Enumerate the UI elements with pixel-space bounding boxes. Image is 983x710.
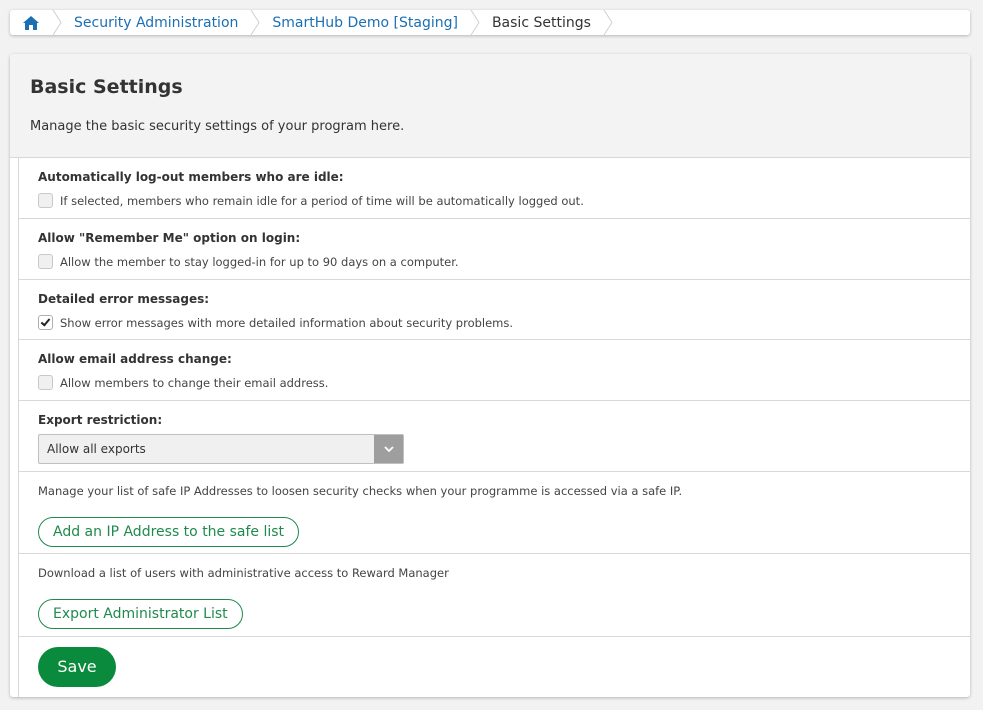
page-title: Basic Settings: [30, 76, 183, 98]
home-icon: [23, 15, 39, 30]
admin-export-description: Download a list of users with administra…: [38, 566, 449, 580]
breadcrumb-item-label: Basic Settings: [491, 14, 591, 31]
setting-title: Export restriction:: [38, 413, 163, 427]
breadcrumb-separator: [470, 10, 480, 35]
idle-logout-checkbox-line[interactable]: If selected, members who remain idle for…: [38, 193, 950, 208]
basic-settings-panel: Basic Settings Manage the basic security…: [10, 54, 970, 697]
setting-title: Allow email address change:: [38, 352, 232, 366]
setting-title: Automatically log-out members who are id…: [38, 170, 344, 184]
export-restriction-select[interactable]: Allow all exports: [38, 434, 404, 464]
setting-export-restriction: Export restriction: Allow all exports: [19, 401, 970, 472]
checkbox-label: Allow members to change their email addr…: [60, 375, 329, 390]
breadcrumb-item-smarthub-demo[interactable]: SmartHub Demo [Staging]: [260, 10, 470, 35]
save-row: Save: [19, 637, 970, 697]
section-admin-export: Download a list of users with administra…: [19, 554, 970, 637]
idle-logout-checkbox[interactable]: [38, 193, 53, 208]
breadcrumb-separator: [603, 10, 613, 35]
detailed-errors-checkbox[interactable]: [38, 315, 53, 330]
save-button[interactable]: Save: [38, 647, 116, 687]
breadcrumb-item-label: Security Administration: [74, 14, 239, 31]
panel-header: Basic Settings Manage the basic security…: [10, 54, 970, 158]
section-safe-ip: Manage your list of safe IP Addresses to…: [19, 472, 970, 554]
breadcrumb-item-label: SmartHub Demo [Staging]: [272, 14, 458, 31]
setting-email-change: Allow email address change: Allow member…: [19, 340, 970, 401]
chevron-down-icon: [383, 445, 394, 452]
setting-detailed-errors: Detailed error messages: Show error mess…: [19, 280, 970, 340]
checkbox-label: Allow the member to stay logged-in for u…: [60, 254, 459, 269]
checkbox-label: If selected, members who remain idle for…: [60, 193, 584, 208]
export-admin-list-button[interactable]: Export Administrator List: [38, 599, 243, 629]
checkmark-icon: [40, 316, 51, 327]
breadcrumb-item-security-administration[interactable]: Security Administration: [62, 10, 250, 35]
checkbox-label: Show error messages with more detailed i…: [60, 315, 514, 330]
setting-title: Detailed error messages:: [38, 292, 210, 306]
setting-title: Allow "Remember Me" option on login:: [38, 231, 301, 245]
breadcrumb: Security Administration SmartHub Demo [S…: [10, 10, 970, 35]
page-description: Manage the basic security settings of yo…: [30, 119, 405, 134]
safe-ip-description: Manage your list of safe IP Addresses to…: [38, 484, 683, 498]
breadcrumb-item-basic-settings: Basic Settings: [480, 10, 603, 35]
settings-list: Automatically log-out members who are id…: [18, 158, 970, 697]
breadcrumb-separator: [250, 10, 260, 35]
setting-idle-logout: Automatically log-out members who are id…: [19, 158, 970, 219]
select-value: Allow all exports: [47, 442, 146, 456]
email-change-checkbox[interactable]: [38, 375, 53, 390]
remember-me-checkbox-line[interactable]: Allow the member to stay logged-in for u…: [38, 254, 950, 269]
breadcrumb-home[interactable]: [10, 10, 52, 35]
email-change-checkbox-line[interactable]: Allow members to change their email addr…: [38, 375, 950, 390]
select-toggle[interactable]: [374, 435, 403, 463]
setting-remember-me: Allow "Remember Me" option on login: All…: [19, 219, 970, 280]
add-safe-ip-button[interactable]: Add an IP Address to the safe list: [38, 517, 300, 547]
breadcrumb-separator: [52, 10, 62, 35]
remember-me-checkbox[interactable]: [38, 254, 53, 269]
detailed-errors-checkbox-line[interactable]: Show error messages with more detailed i…: [38, 315, 950, 330]
